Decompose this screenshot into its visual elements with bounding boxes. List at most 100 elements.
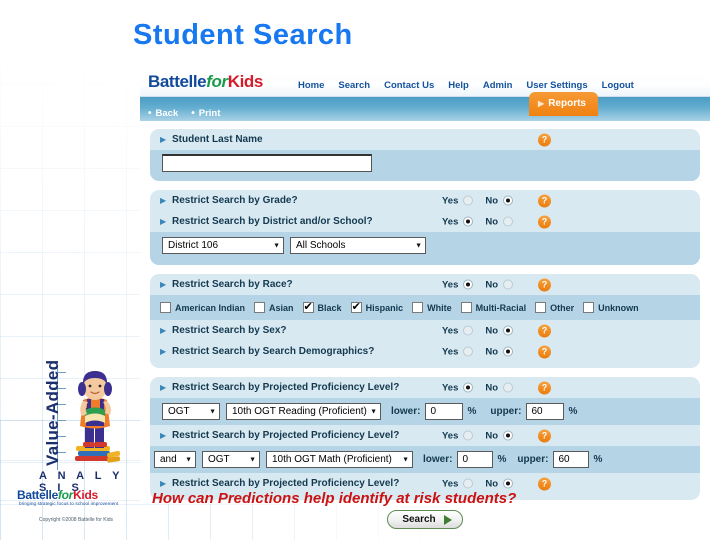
checkbox-hispanic[interactable] (350, 301, 362, 314)
radio-proficiency-3-yes[interactable] (463, 478, 474, 489)
secondary-toolbar: Back Print Reports (140, 92, 710, 121)
proficiency-2-upper-input[interactable]: 60 (553, 451, 590, 468)
nav-item-admin[interactable]: Admin (483, 80, 513, 91)
radio-label-yes: Yes (442, 430, 459, 441)
footer-brand-logo: BattelleforKids (17, 488, 98, 502)
radio-proficiency-1-no[interactable] (503, 382, 514, 393)
nav-item-contact-us[interactable]: Contact Us (384, 80, 434, 91)
panel-grade-district: ▶ Restrict Search by Grade? Yes No ? ▶ R… (150, 190, 700, 265)
checkbox-black[interactable] (302, 301, 314, 314)
checkbox-item-white[interactable]: White (412, 302, 452, 313)
checkbox-item-other[interactable]: Other (535, 302, 574, 313)
radio-district-yes[interactable] (463, 216, 474, 227)
race-checkbox-group: American Indian Asian Black Hispanic (160, 301, 648, 314)
checkbox-item-black[interactable]: Black (302, 301, 342, 314)
checkbox-white[interactable] (412, 302, 424, 313)
help-icon-race[interactable]: ? (538, 278, 551, 291)
label-proficiency-1: Restrict Search by Projected Proficiency… (172, 382, 400, 393)
radio-group-proficiency-2: Yes No (442, 430, 525, 441)
proficiency-1-subject-select[interactable]: 10th OGT Reading (Proficient) (226, 403, 381, 420)
help-icon-proficiency-3[interactable]: ? (538, 477, 551, 490)
student-last-name-input[interactable] (162, 153, 372, 172)
checkbox-label-asian: Asian (269, 302, 294, 313)
help-icon-proficiency-1[interactable]: ? (538, 381, 551, 394)
brand-logo-part2: for (206, 72, 228, 91)
checkbox-asian[interactable] (254, 302, 266, 313)
proficiency-2-conjunction-select[interactable]: and (154, 451, 196, 468)
nav-item-logout[interactable]: Logout (602, 80, 634, 91)
proficiency-2-subject-select[interactable]: 10th OGT Math (Proficient) (266, 451, 413, 468)
footer-logo-part2: for (57, 488, 74, 502)
nav-item-user-settings[interactable]: User Settings (526, 80, 587, 91)
search-button[interactable]: Search (387, 510, 463, 529)
copyright-text: Copyright ©2008 Battelle for Kids (38, 517, 113, 523)
checkbox-american-indian[interactable] (160, 302, 171, 313)
reports-tab[interactable]: Reports (529, 92, 598, 116)
main-navigation: Home Search Contact Us Help Admin User Settin… (298, 75, 648, 93)
radio-label-no: No (485, 430, 499, 441)
checkbox-label-other: Other (550, 302, 575, 313)
radio-demographics-yes[interactable] (463, 346, 474, 357)
radio-sex-yes[interactable] (463, 325, 474, 336)
help-icon-sex[interactable]: ? (538, 324, 551, 337)
checkbox-item-american-indian[interactable]: American Indian (160, 302, 245, 313)
footer-logo-part1: Battelle (17, 488, 58, 502)
value-added-title: Value-Added (43, 359, 62, 466)
help-icon-proficiency-2[interactable]: ? (538, 429, 551, 442)
nav-item-help[interactable]: Help (448, 80, 469, 91)
school-select[interactable]: All Schools (290, 237, 426, 254)
help-icon-student-name[interactable]: ? (538, 133, 551, 146)
radio-proficiency-2-yes[interactable] (463, 430, 474, 441)
checkbox-item-hispanic[interactable]: Hispanic (350, 301, 403, 314)
help-icon-grade[interactable]: ? (538, 194, 551, 207)
panel-proficiency: ▶ Restrict Search by Projected Proficien… (150, 377, 700, 500)
radio-proficiency-3-no[interactable] (503, 478, 514, 489)
percent-sign-upper-2: % (593, 454, 603, 465)
checkbox-unknown[interactable] (583, 302, 595, 313)
radio-label-no: No (485, 382, 499, 393)
percent-sign-lower-2: % (497, 454, 507, 465)
checkbox-item-asian[interactable]: Asian (254, 302, 294, 313)
district-select[interactable]: District 106 (162, 237, 284, 254)
checkbox-multi-racial[interactable] (460, 302, 472, 313)
proficiency-1-test-select[interactable]: OGT (162, 403, 220, 420)
subrow-proficiency-1-controls: OGT 10th OGT Reading (Proficient) lower:… (150, 398, 700, 425)
proficiency-2-test-select[interactable]: OGT (202, 451, 260, 468)
label-proficiency-2-upper: upper: (517, 454, 549, 465)
proficiency-2-lower-input[interactable]: 0 (457, 451, 494, 468)
expand-arrow-icon: ▶ (160, 430, 167, 440)
radio-proficiency-1-yes[interactable] (463, 382, 474, 393)
radio-label-yes: Yes (442, 478, 459, 489)
nav-item-search[interactable]: Search (338, 80, 370, 91)
radio-race-yes[interactable] (463, 279, 474, 290)
brand-logo-part3: Kids (227, 72, 264, 91)
radio-race-no[interactable] (503, 279, 514, 290)
radio-proficiency-2-no[interactable] (503, 430, 514, 441)
radio-group-proficiency-3: Yes No (442, 478, 525, 489)
proficiency-1-upper-input[interactable]: 60 (526, 403, 565, 420)
checkbox-item-multi-racial[interactable]: Multi-Racial (460, 302, 526, 313)
label-proficiency-3: Restrict Search by Projected Proficiency… (172, 478, 400, 489)
student-illustration (75, 371, 121, 463)
proficiency-1-lower-input[interactable]: 0 (425, 403, 464, 420)
checkbox-item-unknown[interactable]: Unknown (583, 302, 639, 313)
back-link[interactable]: Back (148, 108, 179, 119)
help-icon-district[interactable]: ? (538, 215, 551, 228)
help-icon-demographics[interactable]: ? (538, 345, 551, 358)
radio-sex-no[interactable] (503, 325, 514, 336)
radio-district-no[interactable] (503, 216, 514, 227)
expand-arrow-icon: ▶ (160, 325, 167, 335)
row-student-last-name: ▶ Student Last Name ? (150, 129, 700, 150)
nav-item-home[interactable]: Home (298, 80, 324, 91)
checkbox-other[interactable] (535, 302, 547, 313)
label-proficiency-1-lower: lower: (391, 406, 421, 417)
search-button-label: Search (402, 514, 436, 525)
radio-grade-yes[interactable] (463, 195, 474, 206)
radio-grade-no[interactable] (503, 195, 514, 206)
row-proficiency-2: ▶ Restrict Search by Projected Proficien… (150, 425, 700, 446)
print-link[interactable]: Print (191, 108, 221, 119)
radio-demographics-no[interactable] (503, 346, 514, 357)
row-restrict-district: ▶ Restrict Search by District and/or Sch… (150, 211, 700, 232)
row-restrict-grade: ▶ Restrict Search by Grade? Yes No ? (150, 190, 700, 211)
row-restrict-race: ▶ Restrict Search by Race? Yes No ? (150, 274, 700, 295)
